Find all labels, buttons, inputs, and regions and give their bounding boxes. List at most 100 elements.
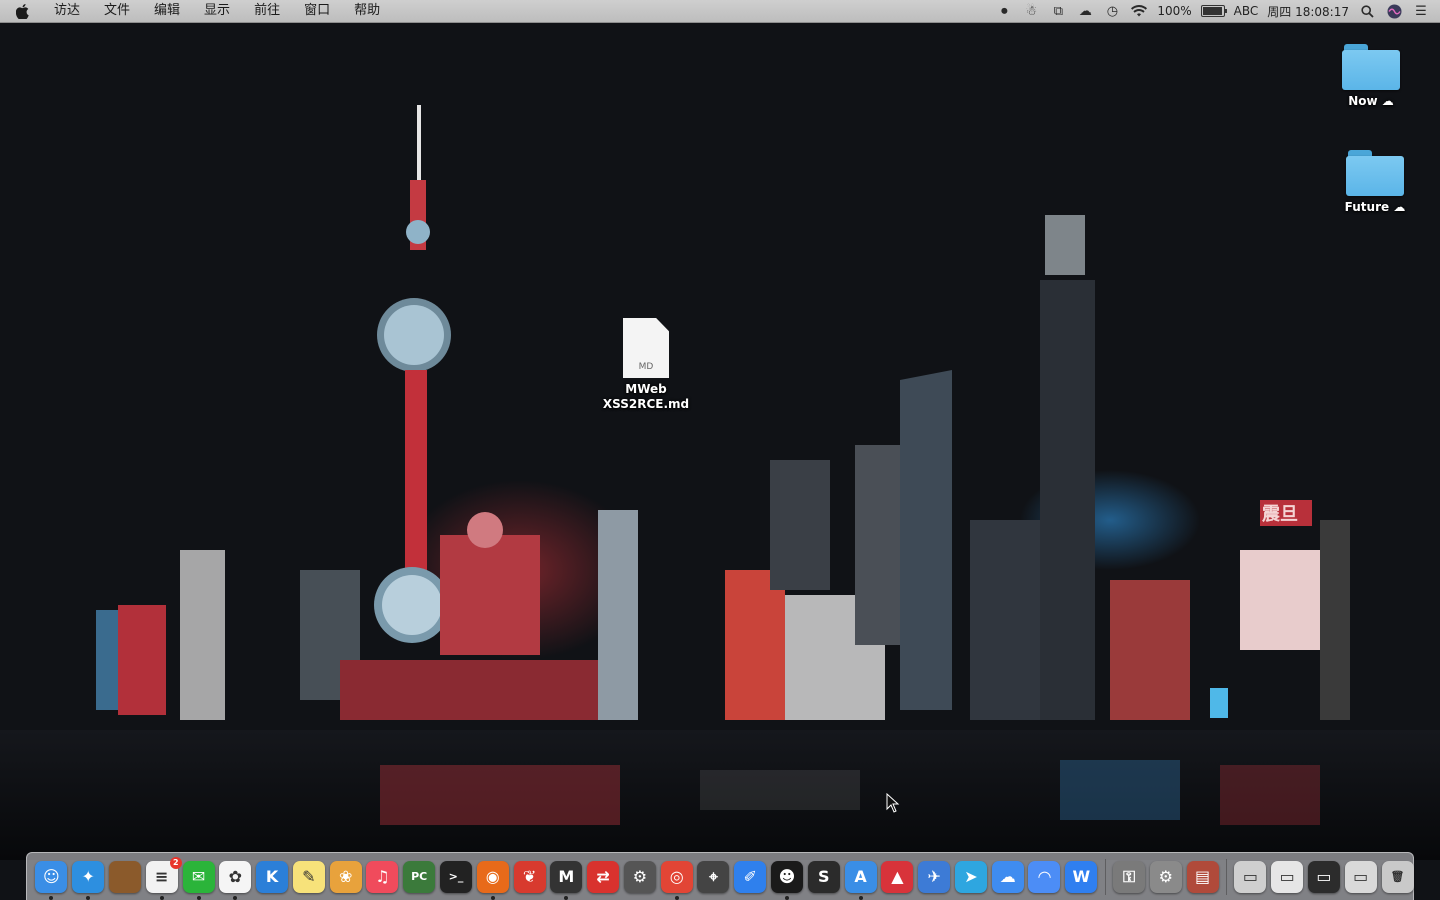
window-thumb-2-icon: ▭ xyxy=(1279,867,1295,886)
running-indicator xyxy=(785,895,790,900)
dock-item-leaf[interactable]: ❦ xyxy=(513,860,546,893)
dock-item-telegram[interactable]: ➤ xyxy=(954,860,987,893)
notification-badge: 2 xyxy=(169,856,182,869)
dock-item-photos[interactable]: ❀ xyxy=(329,860,362,893)
battery-percent[interactable]: 100% xyxy=(1157,4,1191,18)
icloud-icon: ☁ xyxy=(1393,200,1406,214)
spotlight-search-icon[interactable] xyxy=(1358,3,1376,19)
running-indicator xyxy=(674,895,679,900)
app-store-icon: A xyxy=(854,867,867,886)
menu-window[interactable]: 窗口 xyxy=(292,0,342,22)
system-info-icon: ⚙ xyxy=(632,867,648,886)
dock-item-mweb[interactable]: M xyxy=(550,860,583,900)
archive-icon: ▤ xyxy=(1195,867,1211,886)
dock: ☺ ✦ ≡ 2 ✉ ✿ K ✎ ❀ ♫ PC >_ ◉ ❦ M ⇄ ⚙ ◎ ⌖ ✐ ☻ S A ▲ ✈ ➤ ☁ ◠ W ⚿ ⚙ ▤ ▭ ▭ ▭ ▭ 🗑 xyxy=(26,852,1414,900)
dock-item-app-store[interactable]: A xyxy=(844,860,877,900)
running-indicator xyxy=(858,895,863,900)
menu-file[interactable]: 文件 xyxy=(92,0,142,22)
menu-edit[interactable]: 编辑 xyxy=(142,0,192,22)
canvas-icon: ▲ xyxy=(891,867,904,886)
sublime-icon: S xyxy=(818,867,830,886)
dock-item-notebook[interactable] xyxy=(108,860,141,893)
menu-help[interactable]: 帮助 xyxy=(342,0,392,22)
qq-icon: ✿ xyxy=(228,867,242,886)
dock-item-mask[interactable]: ☻ xyxy=(771,860,804,900)
dock-item-notes[interactable]: ✎ xyxy=(292,860,325,893)
dock-item-music[interactable]: ♫ xyxy=(366,860,399,893)
dock-item-pc-app[interactable]: PC xyxy=(403,860,436,893)
dock-item-wps[interactable]: W xyxy=(1065,860,1098,893)
dock-item-compass[interactable]: ⌖ xyxy=(697,860,730,893)
running-indicator xyxy=(564,895,569,900)
chrome-icon: ◎ xyxy=(669,867,684,886)
dock-item-wechat[interactable]: ✉ xyxy=(182,860,215,900)
siri-icon[interactable] xyxy=(1385,3,1403,19)
dock-item-cloud-drive[interactable]: ◠ xyxy=(1028,860,1061,893)
running-indicator xyxy=(490,895,495,900)
dock-item-reminders[interactable]: ≡ 2 xyxy=(145,856,182,900)
running-indicator xyxy=(233,895,238,900)
dock-item-archive[interactable]: ▤ xyxy=(1186,860,1219,893)
terminal-icon: >_ xyxy=(448,870,464,883)
record-icon[interactable]: ⏺ xyxy=(995,3,1013,19)
desktop-wallpaper: 震旦 xyxy=(0,0,1440,900)
qq-status-icon[interactable]: ☃ xyxy=(1022,3,1040,19)
dock-item-window-thumb-3[interactable]: ▭ xyxy=(1307,860,1340,893)
desktop-file-mweb-md[interactable]: MD MWeb XSS2RCE.md xyxy=(600,318,692,412)
notification-center-icon[interactable]: ☰ xyxy=(1412,3,1430,19)
dock-item-xcode[interactable]: ✈ xyxy=(918,860,951,893)
finder-icon: ☺ xyxy=(43,867,60,886)
dock-item-system-preferences[interactable]: ⚙ xyxy=(1149,860,1182,893)
dock-separator xyxy=(1226,858,1227,895)
menu-bar: 访达 文件 编辑 显示 前往 窗口 帮助 ⏺ ☃ ⧉ ☁ ◷ 100% ABC … xyxy=(0,0,1440,23)
dock-item-keychain[interactable]: ⚿ xyxy=(1113,860,1146,893)
apple-icon[interactable] xyxy=(12,0,32,22)
cloud-drive-icon: ◠ xyxy=(1038,867,1051,886)
dock-item-canvas[interactable]: ▲ xyxy=(881,860,914,893)
dock-item-kiwi[interactable]: K xyxy=(256,860,289,893)
dock-item-baidu-netdisk[interactable]: ☁ xyxy=(991,860,1024,893)
wps-icon: W xyxy=(1072,867,1091,886)
menu-go[interactable]: 前往 xyxy=(242,0,292,22)
xcode-icon: ✈ xyxy=(927,867,941,886)
running-indicator xyxy=(86,895,91,900)
compass-icon: ⌖ xyxy=(708,866,718,886)
folder-icon xyxy=(1346,150,1404,196)
dock-item-chrome[interactable]: ◎ xyxy=(660,860,693,900)
input-method[interactable]: ABC xyxy=(1234,4,1259,18)
dock-item-sublime[interactable]: S xyxy=(807,860,840,893)
clock-datetime[interactable]: 周四 18:08:17 xyxy=(1267,3,1349,20)
dock-item-finder[interactable]: ☺ xyxy=(35,860,68,900)
dock-item-window-thumb-4[interactable]: ▭ xyxy=(1344,860,1377,893)
notes-icon: ✎ xyxy=(302,867,316,886)
dock-item-qq[interactable]: ✿ xyxy=(219,860,252,900)
clock-icon[interactable]: ◷ xyxy=(1103,3,1121,19)
dock-item-firefox[interactable]: ◉ xyxy=(476,860,509,900)
desktop-folder-future[interactable]: Future ☁ xyxy=(1340,150,1410,215)
menu-bar-left: 访达 文件 编辑 显示 前往 窗口 帮助 xyxy=(0,0,392,22)
desktop-folder-now[interactable]: Now ☁ xyxy=(1336,44,1406,109)
pen-icon: ✐ xyxy=(743,867,757,886)
dock-item-safari[interactable]: ✦ xyxy=(72,860,105,900)
system-preferences-icon: ⚙ xyxy=(1158,867,1173,886)
dock-item-remote[interactable]: ⇄ xyxy=(587,860,620,893)
running-indicator xyxy=(196,895,201,900)
battery-icon[interactable] xyxy=(1200,5,1227,17)
menu-view[interactable]: 显示 xyxy=(192,0,242,22)
wifi-icon[interactable] xyxy=(1130,3,1148,19)
markdown-document-icon: MD xyxy=(623,318,669,378)
dock-item-terminal[interactable]: >_ xyxy=(439,860,472,893)
dock-item-pen[interactable]: ✐ xyxy=(734,860,767,893)
dock-item-trash[interactable]: 🗑 xyxy=(1381,860,1414,893)
screenshot-icon[interactable]: ⧉ xyxy=(1049,3,1067,19)
cloud-sync-icon[interactable]: ☁ xyxy=(1076,3,1094,19)
window-thumb-1-icon: ▭ xyxy=(1242,867,1258,886)
dock-item-window-thumb-2[interactable]: ▭ xyxy=(1271,860,1304,893)
folder-icon xyxy=(1342,44,1400,90)
baidu-netdisk-icon: ☁ xyxy=(999,867,1016,886)
menu-finder[interactable]: 访达 xyxy=(42,0,92,22)
dock-item-window-thumb-1[interactable]: ▭ xyxy=(1234,860,1267,893)
leaf-icon: ❦ xyxy=(522,867,537,886)
dock-item-system-info[interactable]: ⚙ xyxy=(623,860,656,893)
window-thumb-3-icon: ▭ xyxy=(1316,867,1332,886)
